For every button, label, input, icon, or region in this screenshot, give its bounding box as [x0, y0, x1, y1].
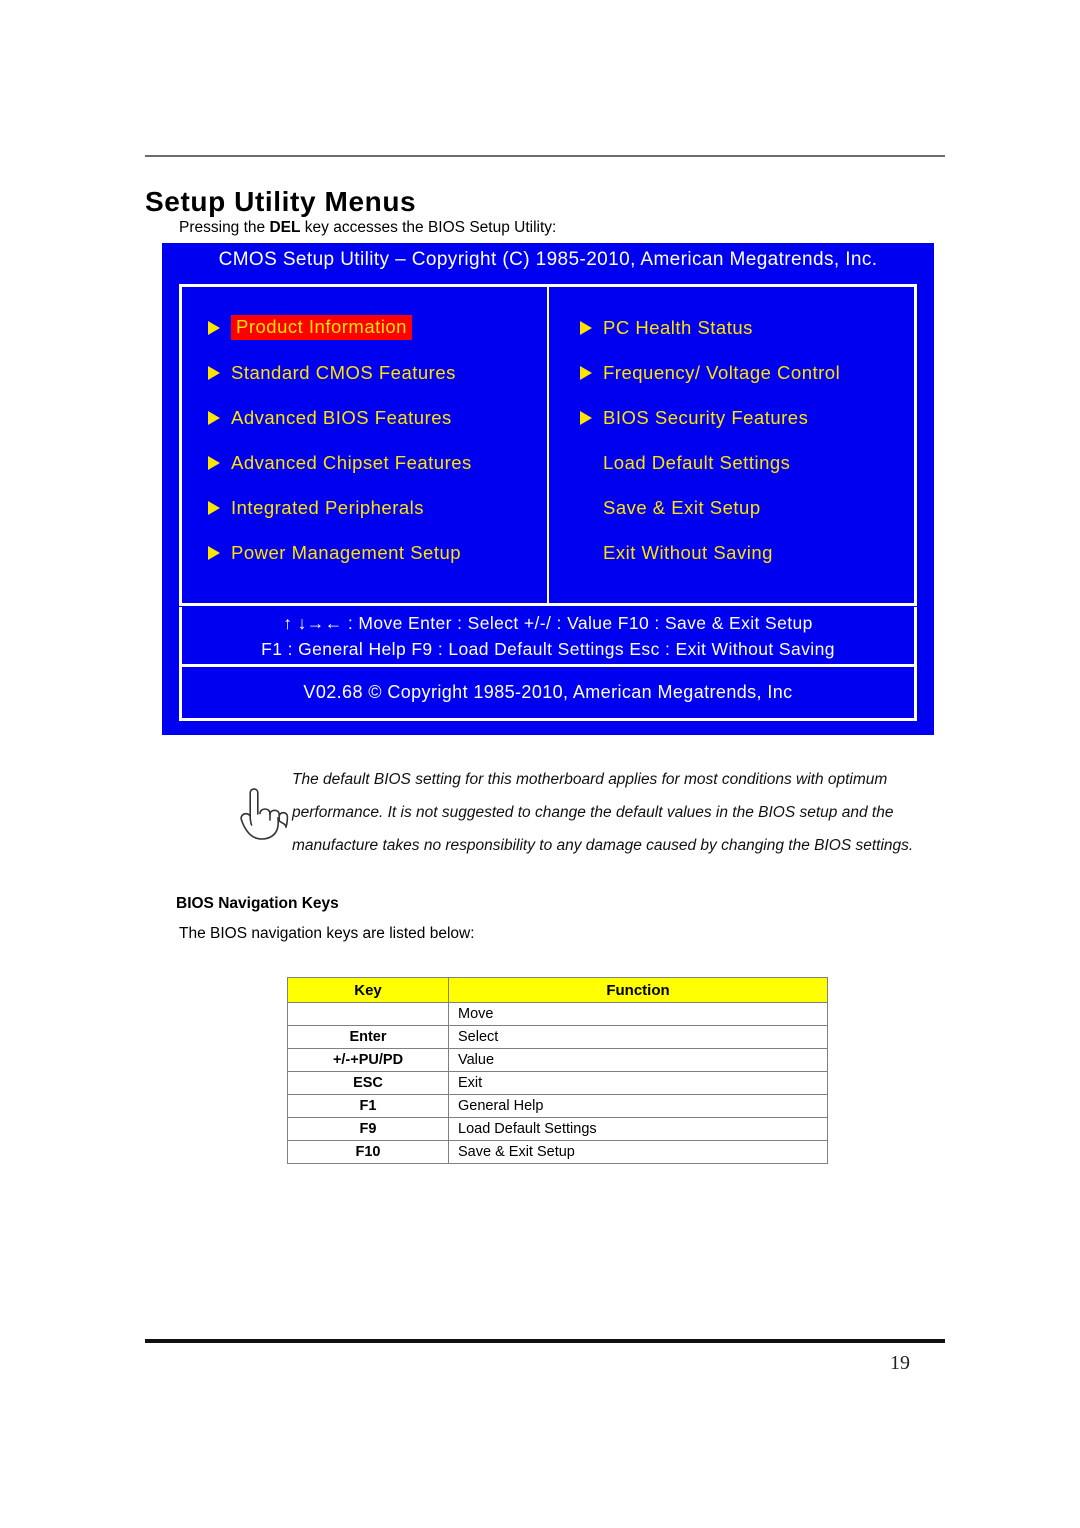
triangle-right-icon: [208, 499, 222, 517]
no-arrow-spacer: [580, 499, 594, 517]
triangle-right-icon: [208, 409, 222, 427]
cell-key: [287, 1002, 449, 1026]
header-rule: [145, 155, 945, 157]
bios-menu-label: Advanced Chipset Features: [231, 451, 472, 473]
bios-menu-item-save-and-exit-setup[interactable]: Save & Exit Setup: [548, 485, 914, 530]
cell-key: F1: [287, 1094, 449, 1118]
cell-key: Enter: [287, 1025, 449, 1049]
bios-help-line-1: ↑ ↓→← : Move Enter : Select +/-/ : Value…: [283, 613, 813, 633]
nav-keys-table: Key Function Move Enter Select +/-+PU/PD…: [287, 977, 828, 1164]
bios-menu-label: Load Default Settings: [603, 451, 791, 473]
bios-menu-label: PC Health Status: [603, 316, 753, 338]
bios-menu-label: Power Management Setup: [231, 541, 462, 563]
page-number: 19: [890, 1352, 910, 1374]
bios-menu-item-integrated-peripherals[interactable]: Integrated Peripherals: [182, 485, 548, 530]
bios-menu-item-exit-without-saving[interactable]: Exit Without Saving: [548, 530, 914, 575]
triangle-right-icon: [208, 454, 222, 472]
bios-menu-item-advanced-chipset-features[interactable]: Advanced Chipset Features: [182, 440, 548, 485]
bios-menu-item-power-management-setup[interactable]: Power Management Setup: [182, 530, 548, 575]
bios-menu-label: Exit Without Saving: [603, 541, 773, 563]
table-row: ESC Exit: [287, 1071, 828, 1095]
column-header-key: Key: [287, 977, 449, 1003]
no-arrow-spacer: [580, 454, 594, 472]
bios-menu-left-column: Product Information Standard CMOS Featur…: [182, 287, 548, 603]
table-row: F10 Save & Exit Setup: [287, 1140, 828, 1164]
note-line-3: manufacture takes no responsibility to a…: [292, 837, 914, 854]
intro-text-before: Pressing the: [179, 219, 270, 236]
page-title: Setup Utility Menus: [145, 186, 417, 217]
bios-menu-item-pc-health-status[interactable]: PC Health Status: [548, 305, 914, 350]
triangle-right-icon: [580, 409, 594, 427]
bios-menu-label: BIOS Security Features: [603, 406, 809, 428]
triangle-right-icon: [208, 319, 222, 337]
bios-help-bar: ↑ ↓→← : Move Enter : Select +/-/ : Value…: [179, 607, 917, 667]
bios-menu-item-bios-security-features[interactable]: BIOS Security Features: [548, 395, 914, 440]
triangle-right-icon: [208, 544, 222, 562]
bios-menu-label: Integrated Peripherals: [231, 496, 425, 518]
bios-menu-area: Product Information Standard CMOS Featur…: [179, 284, 917, 606]
cell-key: +/-+PU/PD: [287, 1048, 449, 1072]
table-row: Enter Select: [287, 1025, 828, 1049]
bios-help-line-2: F1 : General Help F9 : Load Default Sett…: [261, 639, 835, 659]
nav-keys-subtitle: The BIOS navigation keys are listed belo…: [179, 925, 475, 942]
note-paragraph: The default BIOS setting for this mother…: [292, 763, 946, 862]
cell-function: Select: [448, 1025, 828, 1049]
bios-setup-screen: CMOS Setup Utility – Copyright (C) 1985-…: [162, 243, 934, 735]
table-row: F1 General Help: [287, 1094, 828, 1118]
bios-menu-item-advanced-bios-features[interactable]: Advanced BIOS Features: [182, 395, 548, 440]
bios-menu-item-product-information[interactable]: Product Information: [182, 305, 548, 350]
bios-menu-label: Advanced BIOS Features: [231, 406, 452, 428]
bios-menu-label: Standard CMOS Features: [231, 361, 456, 383]
triangle-right-icon: [580, 364, 594, 382]
cell-key: ESC: [287, 1071, 449, 1095]
del-key-label: DEL: [269, 219, 301, 236]
bios-menu-label: Save & Exit Setup: [603, 496, 761, 518]
cell-function: Save & Exit Setup: [448, 1140, 828, 1164]
table-row: F9 Load Default Settings: [287, 1117, 828, 1141]
bios-copyright-text: V02.68 © Copyright 1985-2010, American M…: [303, 682, 793, 702]
cell-function: General Help: [448, 1094, 828, 1118]
triangle-right-icon: [580, 319, 594, 337]
table-header-row: Key Function: [287, 977, 828, 1003]
cell-function: Exit: [448, 1071, 828, 1095]
bios-menu-label: Product Information: [231, 315, 412, 340]
pointing-hand-icon: [236, 783, 294, 845]
cell-function: Value: [448, 1048, 828, 1072]
no-arrow-spacer: [580, 544, 594, 562]
triangle-right-icon: [208, 364, 222, 382]
note-line-2: performance. It is not suggested to chan…: [292, 804, 894, 821]
cell-function: Load Default Settings: [448, 1117, 828, 1141]
bios-menu-item-standard-cmos-features[interactable]: Standard CMOS Features: [182, 350, 548, 395]
intro-sentence: Pressing the DEL key accesses the BIOS S…: [179, 219, 556, 237]
note-line-1: The default BIOS setting for this mother…: [292, 771, 888, 788]
bios-copyright-bar: V02.68 © Copyright 1985-2010, American M…: [179, 667, 917, 721]
intro-text-after: key accesses the BIOS Setup Utility:: [300, 219, 557, 236]
bios-menu-item-frequency-voltage-control[interactable]: Frequency/ Voltage Control: [548, 350, 914, 395]
bios-menu-right-column: PC Health Status Frequency/ Voltage Cont…: [548, 287, 914, 603]
bios-menu-label: Frequency/ Voltage Control: [603, 361, 841, 383]
cell-key: F9: [287, 1117, 449, 1141]
bios-titlebar: CMOS Setup Utility – Copyright (C) 1985-…: [218, 249, 878, 270]
table-row: +/-+PU/PD Value: [287, 1048, 828, 1072]
footer-rule: [145, 1339, 945, 1343]
table-row: Move: [287, 1002, 828, 1026]
bios-menu-item-load-default-settings[interactable]: Load Default Settings: [548, 440, 914, 485]
nav-keys-heading: BIOS Navigation Keys: [176, 895, 339, 912]
column-header-function: Function: [448, 977, 828, 1003]
note-block: The default BIOS setting for this mother…: [236, 763, 946, 862]
cell-key: F10: [287, 1140, 449, 1164]
cell-function: Move: [448, 1002, 828, 1026]
